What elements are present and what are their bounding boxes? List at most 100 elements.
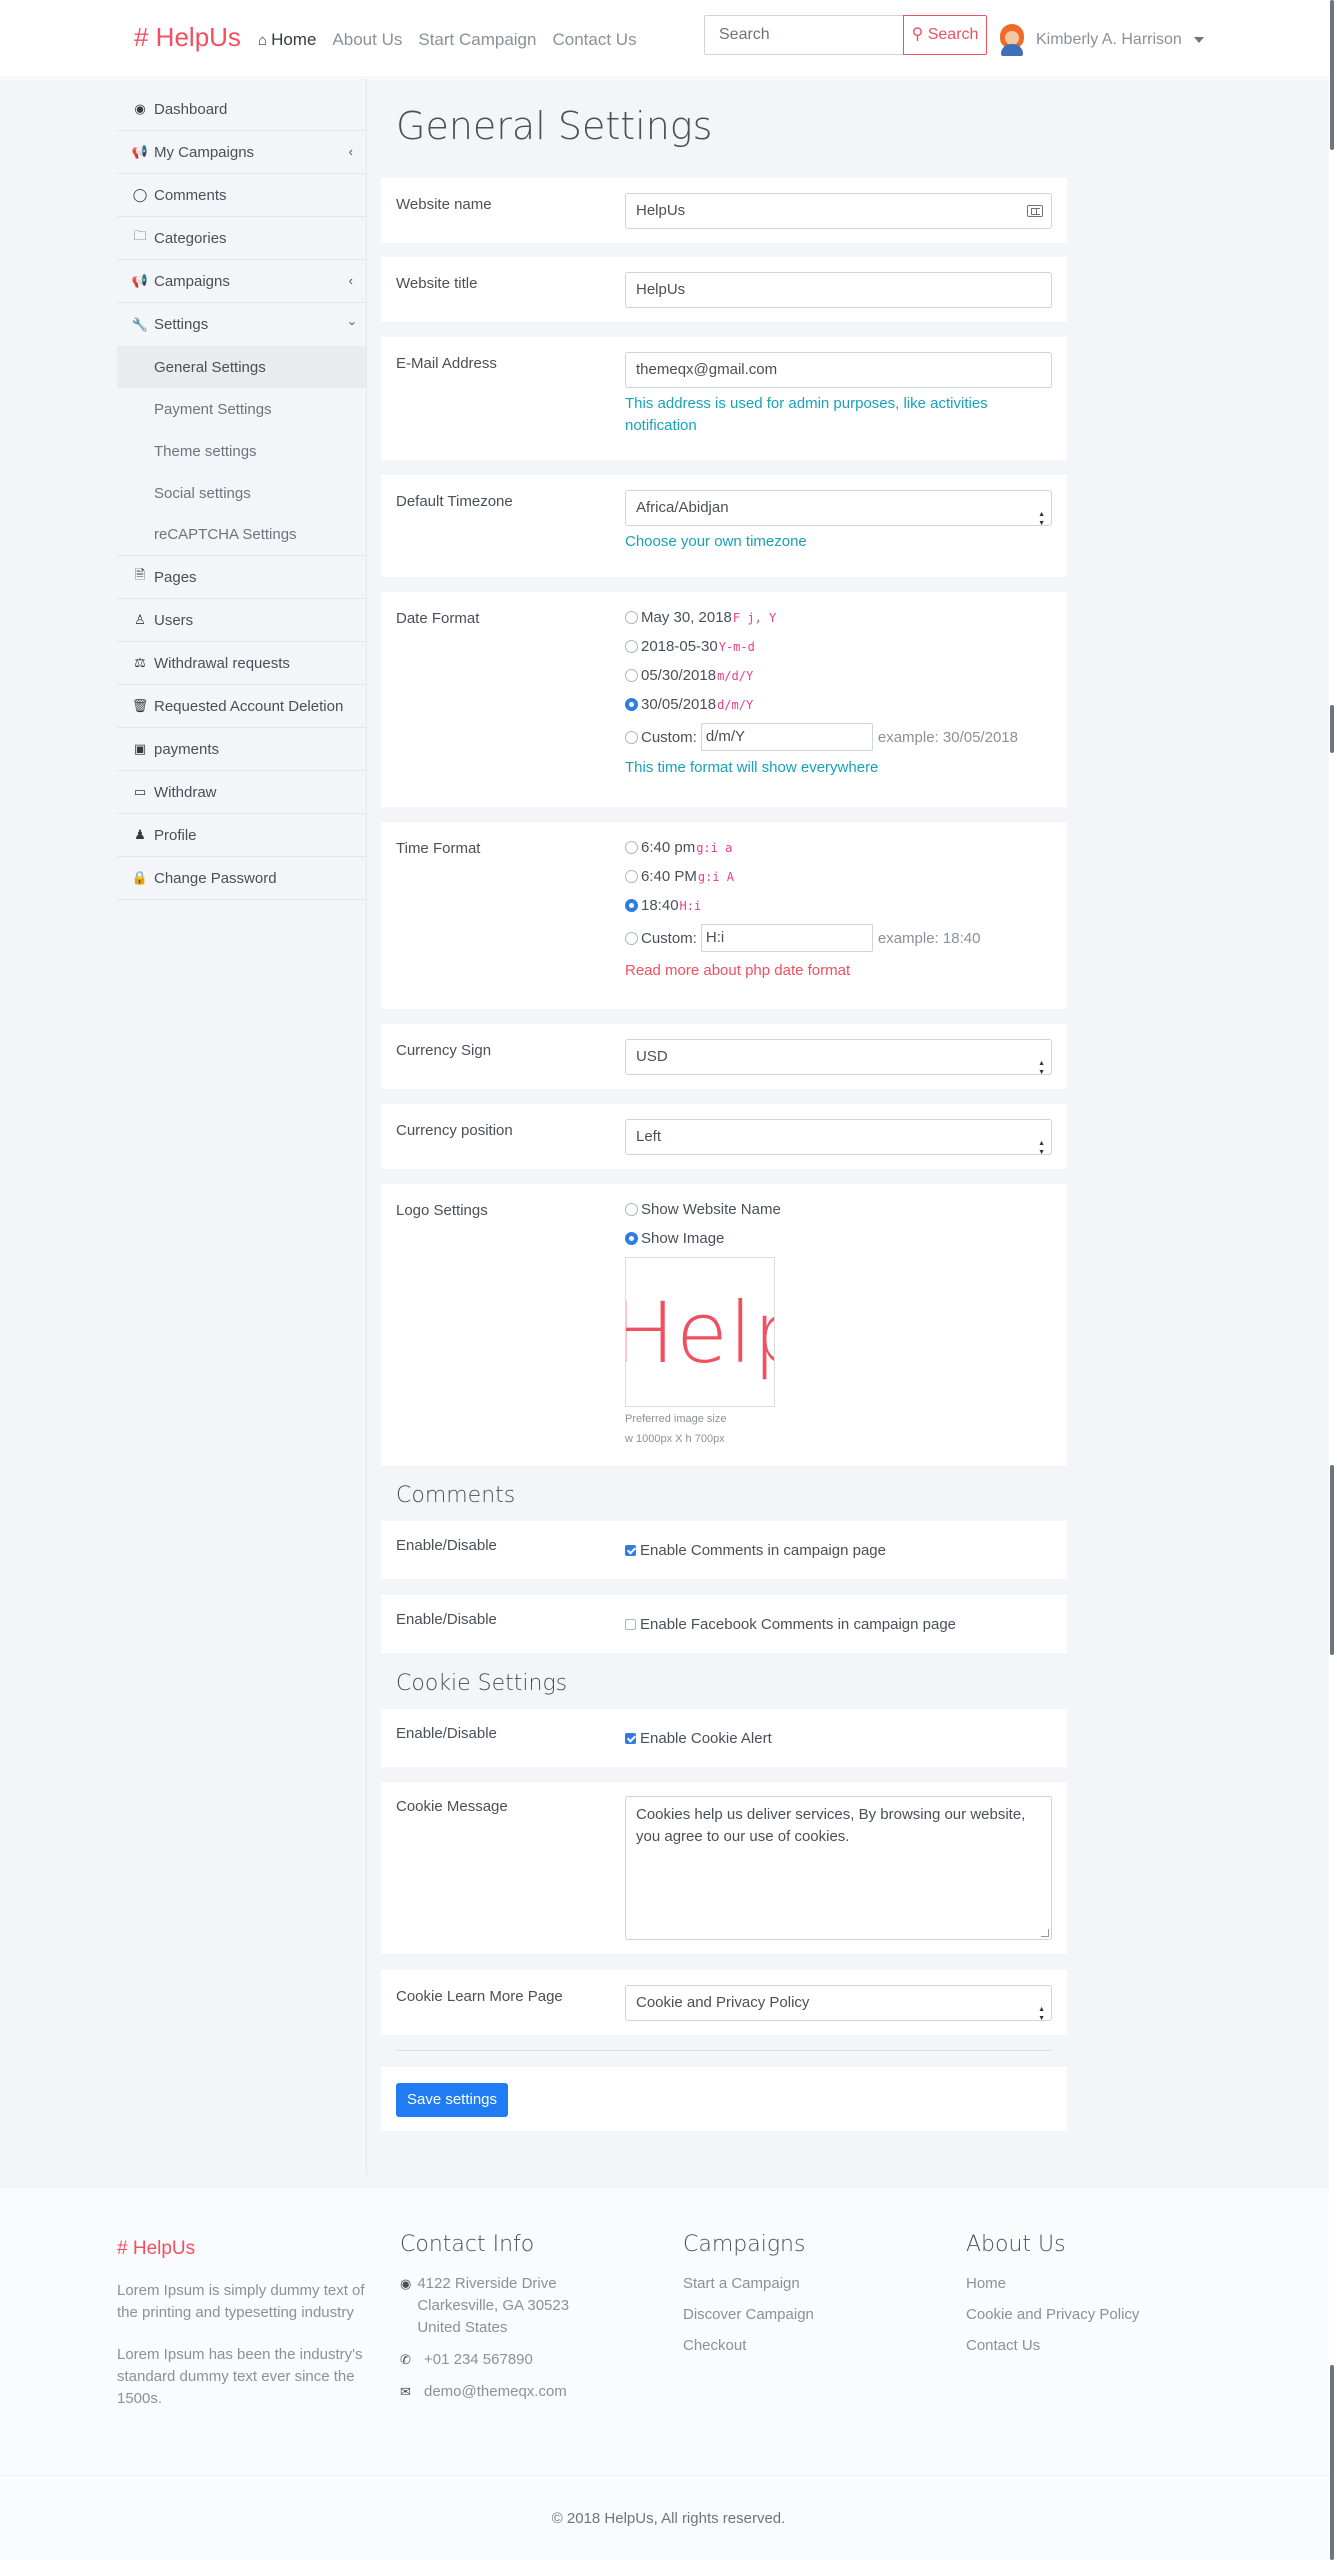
file-icon: 🗎 xyxy=(134,567,146,582)
comments-row: Enable/Disable Enable Comments in campai… xyxy=(381,1521,1067,1579)
sidebar-item-withdraw[interactable]: ▭ Withdraw xyxy=(117,771,367,814)
sidebar-item-dashboard[interactable]: ◉ Dashboard xyxy=(117,88,367,131)
footer-email-text[interactable]: demo@themeqx.com xyxy=(424,2381,567,2403)
sidebar-item-users[interactable]: ♙ Users xyxy=(117,599,367,642)
currency-sign-select[interactable]: USD xyxy=(625,1039,1052,1090)
time-option-3[interactable]: 18:40 H:i xyxy=(625,891,1052,920)
footer-link-contact[interactable]: Contact Us xyxy=(966,2337,1139,2354)
sidebar-subitem-recaptcha-settings[interactable]: reCAPTCHA Settings xyxy=(117,514,367,556)
cookie-page-select[interactable]: Cookie and Privacy Policy xyxy=(625,1985,1052,2036)
nav-about[interactable]: About Us xyxy=(332,30,402,50)
date-option-4[interactable]: 30/05/2018 d/m/Y xyxy=(625,690,1052,719)
currency-position-select[interactable]: Left xyxy=(625,1119,1052,1170)
footer-link-cookie-policy[interactable]: Cookie and Privacy Policy xyxy=(966,2306,1139,2323)
radio-button-checked[interactable] xyxy=(625,899,638,912)
custom-time-input[interactable]: H:i xyxy=(700,924,873,952)
cookie-message-textarea[interactable]: Cookies help us deliver services, By bro… xyxy=(625,1796,1052,1940)
checkbox-checked[interactable] xyxy=(625,1545,636,1556)
save-row: Save settings xyxy=(381,2067,1067,2131)
sidebar-item-account-deletion[interactable]: 🗑 Requested Account Deletion xyxy=(117,685,367,728)
sidebar-item-label: Withdraw xyxy=(154,783,217,801)
sidebar-item-pages[interactable]: 🗎 Pages xyxy=(117,556,367,599)
date-option-code: F j, Y xyxy=(732,610,777,625)
footer-brand[interactable]: # HelpUs xyxy=(117,2238,372,2260)
sidebar-item-comments[interactable]: ◯ Comments xyxy=(117,174,367,217)
checkbox-checked[interactable] xyxy=(625,1733,636,1744)
website-title-input[interactable]: HelpUs xyxy=(625,272,1052,308)
website-name-input[interactable]: HelpUs xyxy=(625,193,1052,229)
radio-button[interactable] xyxy=(625,1203,638,1216)
logo-option-image[interactable]: Show Image xyxy=(625,1224,781,1253)
save-settings-button[interactable]: Save settings xyxy=(396,2083,508,2117)
scrollbar-thumb[interactable] xyxy=(1330,705,1334,753)
sidebar-item-my-campaigns[interactable]: 📢 My Campaigns ‹ xyxy=(117,131,367,174)
footer-phone: ✆ +01 234 567890 xyxy=(400,2349,600,2371)
search-button[interactable]: ⚲ Search xyxy=(903,15,987,55)
radio-button[interactable] xyxy=(625,870,638,883)
nav-start-campaign[interactable]: Start Campaign xyxy=(418,30,536,50)
checkbox[interactable] xyxy=(625,1619,636,1630)
date-option-3[interactable]: 05/30/2018 m/d/Y xyxy=(625,661,1052,690)
wrench-icon: 🔧 xyxy=(131,316,149,332)
php-date-format-link[interactable]: Read more about php date format xyxy=(625,962,1052,979)
footer-link-home[interactable]: Home xyxy=(966,2275,1139,2292)
logo-preview-image[interactable]: Help xyxy=(625,1257,775,1407)
date-option-1[interactable]: May 30, 2018 F j, Y xyxy=(625,603,1052,632)
footer-link-discover-campaign[interactable]: Discover Campaign xyxy=(683,2306,814,2323)
nav-home[interactable]: ⌂ Home xyxy=(258,30,316,50)
email-field[interactable]: themeqx@gmail.com xyxy=(625,352,1052,388)
date-help-text: This time format will show everywhere xyxy=(625,759,879,776)
footer-link-checkout[interactable]: Checkout xyxy=(683,2337,814,2354)
website-name-row: Website name HelpUs xyxy=(381,178,1067,243)
sidebar-divider xyxy=(366,79,367,2175)
timezone-select[interactable]: Africa/Abidjan xyxy=(625,490,1052,541)
user-menu[interactable]: Kimberly A. Harrison xyxy=(998,24,1204,56)
brand-logo[interactable]: # HelpUs xyxy=(134,22,241,53)
comments-checkbox-row[interactable]: Enable Comments in campaign page xyxy=(625,1536,886,1565)
date-option-custom[interactable]: Custom: d/m/Y example: 30/05/2018 xyxy=(625,719,1052,755)
cookie-checkbox-row[interactable]: Enable Cookie Alert xyxy=(625,1724,772,1753)
logo-settings-row: Logo Settings Show Website Name Show Ima… xyxy=(381,1184,1067,1466)
scrollbar[interactable] xyxy=(1329,0,1337,2560)
sidebar-item-settings[interactable]: 🔧 Settings ‹ xyxy=(117,303,367,346)
sidebar-item-profile[interactable]: ♟ Profile xyxy=(117,814,367,857)
copyright: © 2018 HelpUs, All rights reserved. xyxy=(0,2475,1337,2560)
sidebar-item-payments[interactable]: ▣ payments xyxy=(117,728,367,771)
time-option-custom[interactable]: Custom: H:i example: 18:40 xyxy=(625,920,1052,956)
logo-option-name[interactable]: Show Website Name xyxy=(625,1195,781,1224)
sidebar-subitem-theme-settings[interactable]: Theme settings xyxy=(117,430,367,472)
fb-comments-checkbox-row[interactable]: Enable Facebook Comments in campaign pag… xyxy=(625,1610,956,1639)
sidebar-item-change-password[interactable]: 🔒 Change Password xyxy=(117,857,367,900)
sidebar-item-label: Users xyxy=(154,611,194,629)
date-format-row: Date Format May 30, 2018 F j, Y 2018-05-3… xyxy=(381,592,1067,807)
sidebar-item-label: Withdrawal requests xyxy=(154,654,290,672)
radio-button[interactable] xyxy=(625,669,638,682)
sidebar-item-withdrawal-requests[interactable]: ⚖ Withdrawal requests xyxy=(117,642,367,685)
logo-size-hint: Preferred image size w 1000px X h 700px xyxy=(625,1409,781,1449)
sidebar-item-campaigns[interactable]: 📢 Campaigns ‹ xyxy=(117,260,367,303)
website-title-label: Website title xyxy=(396,275,478,292)
search-input[interactable]: Search xyxy=(704,15,904,55)
scrollbar-thumb[interactable] xyxy=(1330,0,1334,150)
nav-contact[interactable]: Contact Us xyxy=(552,30,636,50)
radio-button[interactable] xyxy=(625,841,638,854)
sidebar-subitem-social-settings[interactable]: Social settings xyxy=(117,472,367,514)
sidebar-subitem-general-settings[interactable]: General Settings xyxy=(117,346,367,388)
scrollbar-thumb[interactable] xyxy=(1330,1465,1334,1655)
sidebar-item-categories[interactable]: 🗀 Categories xyxy=(117,217,367,260)
time-option-2[interactable]: 6:40 PM g:i A xyxy=(625,862,1052,891)
cookie-message-row: Cookie Message Cookies help us deliver s… xyxy=(381,1782,1067,1954)
scrollbar-thumb[interactable] xyxy=(1330,2365,1334,2560)
custom-date-input[interactable]: d/m/Y xyxy=(700,723,873,751)
radio-button-checked[interactable] xyxy=(625,1232,638,1245)
radio-button-checked[interactable] xyxy=(625,698,638,711)
footer-link-start-campaign[interactable]: Start a Campaign xyxy=(683,2275,814,2292)
radio-button[interactable] xyxy=(625,931,638,945)
time-option-1[interactable]: 6:40 pm g:i a xyxy=(625,833,1052,862)
radio-button[interactable] xyxy=(625,640,638,653)
radio-button[interactable] xyxy=(625,730,638,744)
sidebar-subitem-payment-settings[interactable]: Payment Settings xyxy=(117,388,367,430)
user-name: Kimberly A. Harrison xyxy=(1036,31,1182,48)
radio-button[interactable] xyxy=(625,611,638,624)
date-option-2[interactable]: 2018-05-30 Y-m-d xyxy=(625,632,1052,661)
